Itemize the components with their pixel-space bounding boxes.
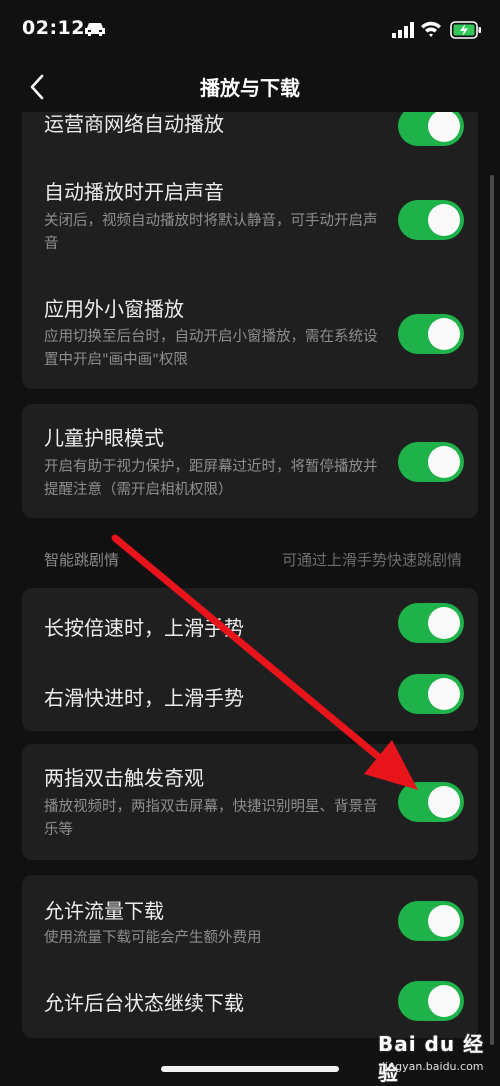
setting-description: 开启有助于视力保护，距屏幕过近时，将暂停播放并提醒注意（需开启相机权限） bbox=[44, 459, 378, 498]
signal-icon bbox=[392, 22, 414, 38]
setting-row: 两指双击触发奇观 播放视频时，两指双击屏幕，快捷识别明星、背景音乐等 bbox=[22, 744, 478, 860]
toggle-knob bbox=[428, 786, 460, 818]
status-time: 02:12 bbox=[22, 17, 85, 39]
settings-card: 长按倍速时，上滑手势 右滑快进时，上滑手势 bbox=[22, 588, 478, 731]
nav-bar: 播放与下载 bbox=[0, 60, 500, 112]
setting-row: 右滑快进时，上滑手势 bbox=[22, 660, 478, 731]
setting-title: 运营商网络自动播放 bbox=[44, 112, 224, 136]
setting-row: 运营商网络自动播放 bbox=[22, 112, 478, 162]
toggle-switch[interactable] bbox=[398, 112, 464, 146]
toggle-knob bbox=[428, 318, 460, 350]
toggle-switch[interactable] bbox=[398, 200, 464, 240]
settings-card: 运营商网络自动播放 自动播放时开启声音 关闭后，视频自动播放时将默认静音，可手动… bbox=[22, 112, 478, 389]
setting-description: 使用流量下载可能会产生额外费用 bbox=[44, 930, 262, 946]
section-hint: 可通过上滑手势快速跳剧情 bbox=[281, 551, 462, 569]
toggle-knob bbox=[428, 905, 460, 937]
toggle-knob bbox=[428, 985, 460, 1017]
toggle-knob bbox=[428, 446, 460, 478]
setting-title: 自动播放时开启声音 bbox=[44, 180, 224, 204]
toggle-knob bbox=[428, 607, 460, 639]
wifi-icon bbox=[421, 21, 441, 37]
toggle-switch[interactable] bbox=[398, 442, 464, 482]
baidu-jingyan-watermark: Bai du 经验 jingyan.baidu.com bbox=[378, 1028, 496, 1085]
toggle-knob bbox=[428, 112, 460, 142]
settings-card: 儿童护眼模式 开启有助于视力保护，距屏幕过近时，将暂停播放并提醒注意（需开启相机… bbox=[22, 404, 478, 518]
car-icon bbox=[85, 23, 105, 36]
setting-row: 儿童护眼模式 开启有助于视力保护，距屏幕过近时，将暂停播放并提醒注意（需开启相机… bbox=[22, 404, 478, 518]
toggle-switch[interactable] bbox=[398, 981, 464, 1021]
setting-title: 允许后台状态继续下载 bbox=[44, 991, 244, 1015]
watermark-text: Bai du 经验 bbox=[378, 1032, 485, 1085]
toggle-switch[interactable] bbox=[398, 901, 464, 941]
settings-list[interactable]: 运营商网络自动播放 自动播放时开启声音 关闭后，视频自动播放时将默认静音，可手动… bbox=[0, 112, 500, 1084]
toggle-switch[interactable] bbox=[398, 603, 464, 643]
page-title: 播放与下载 bbox=[200, 76, 300, 100]
home-indicator[interactable] bbox=[161, 1066, 339, 1072]
setting-title: 儿童护眼模式 bbox=[44, 426, 164, 450]
setting-title: 应用外小窗播放 bbox=[44, 297, 184, 321]
setting-title: 允许流量下载 bbox=[44, 899, 164, 923]
toggle-knob bbox=[428, 678, 460, 710]
toggle-switch[interactable] bbox=[398, 782, 464, 822]
setting-row: 应用外小窗播放 应用切换至后台时，自动开启小窗播放，需在系统设置中开启"画中画"… bbox=[22, 279, 478, 389]
toggle-switch[interactable] bbox=[398, 674, 464, 714]
section-label: 智能跳剧情 bbox=[44, 551, 120, 569]
scrollbar[interactable] bbox=[490, 175, 494, 1045]
setting-title: 两指双击触发奇观 bbox=[44, 766, 204, 790]
setting-row: 允许流量下载 使用流量下载可能会产生额外费用 bbox=[22, 875, 478, 965]
setting-row: 长按倍速时，上滑手势 bbox=[22, 588, 478, 660]
setting-title: 右滑快进时，上滑手势 bbox=[44, 686, 244, 710]
status-bar: 02:12 bbox=[0, 0, 500, 60]
settings-card: 两指双击触发奇观 播放视频时，两指双击屏幕，快捷识别明星、背景音乐等 bbox=[22, 744, 478, 860]
setting-description: 播放视频时，两指双击屏幕，快捷识别明星、背景音乐等 bbox=[44, 799, 378, 838]
watermark-url: jingyan.baidu.com bbox=[382, 1060, 484, 1073]
setting-description: 应用切换至后台时，自动开启小窗播放，需在系统设置中开启"画中画"权限 bbox=[44, 329, 378, 368]
setting-row: 自动播放时开启声音 关闭后，视频自动播放时将默认静音，可手动开启声音 bbox=[22, 162, 478, 279]
toggle-switch[interactable] bbox=[398, 314, 464, 354]
setting-description: 关闭后，视频自动播放时将默认静音，可手动开启声音 bbox=[44, 213, 378, 252]
toggle-knob bbox=[428, 204, 460, 236]
setting-title: 长按倍速时，上滑手势 bbox=[44, 616, 244, 640]
settings-card: 允许流量下载 使用流量下载可能会产生额外费用 允许后台状态继续下载 bbox=[22, 875, 478, 1038]
battery-charging-icon bbox=[450, 21, 481, 39]
